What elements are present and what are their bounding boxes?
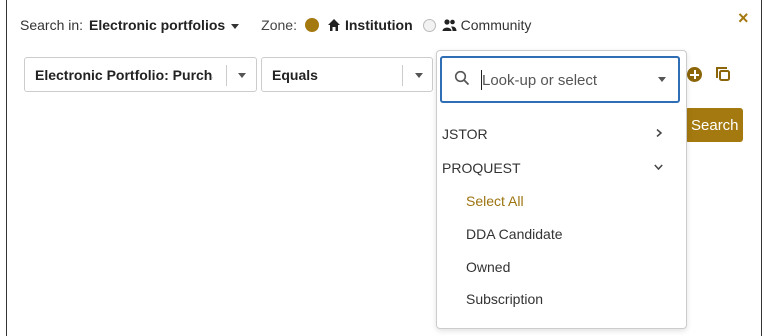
select-all-option[interactable]: Select All (466, 193, 524, 209)
home-icon (327, 19, 340, 31)
operator-select-divider (402, 65, 403, 86)
group-jstor[interactable]: JSTOR (442, 126, 488, 142)
option-subscription[interactable]: Subscription (466, 291, 543, 307)
close-icon[interactable]: × (738, 8, 749, 28)
group-label: JSTOR (442, 126, 488, 142)
zone-institution-radio[interactable] (304, 18, 319, 32)
community-icon (442, 19, 457, 31)
group-proquest[interactable]: PROQUEST (442, 160, 521, 176)
caret-down-icon (231, 23, 240, 29)
zone-community-radio[interactable] (422, 18, 436, 32)
lookup-dropdown-panel: JSTOR PROQUEST Select All DDA Candidate … (436, 50, 687, 329)
zone-label: Zone: (261, 17, 297, 33)
option-owned[interactable]: Owned (466, 259, 510, 275)
option-dda-candidate[interactable]: DDA Candidate (466, 226, 563, 242)
operator-select-value: Equals (272, 67, 318, 83)
operator-select[interactable]: Equals (261, 57, 433, 92)
chevron-down-icon (238, 73, 246, 78)
chevron-down-icon[interactable] (658, 77, 666, 82)
group-label: PROQUEST (442, 160, 521, 176)
add-icon[interactable] (687, 67, 702, 82)
lookup-field[interactable] (440, 56, 680, 103)
search-icon (454, 70, 470, 86)
chevron-down-icon[interactable] (654, 163, 663, 171)
zone-community-label: Community (460, 17, 532, 33)
zone-institution-label: Institution (344, 17, 413, 33)
search-scope-bar: Search in: Electronic portfolios Zone: I… (20, 14, 531, 36)
lookup-input[interactable] (482, 70, 642, 90)
chevron-down-icon (415, 73, 423, 78)
copy-icon[interactable] (715, 66, 731, 82)
field-select-value: Electronic Portfolio: Purchase Model (35, 67, 213, 83)
search-scope-select[interactable]: Electronic portfolios (89, 17, 240, 33)
chevron-right-icon[interactable] (655, 129, 663, 137)
field-select-divider (226, 65, 227, 86)
search-scope-value: Electronic portfolios (89, 17, 226, 33)
field-select[interactable]: Electronic Portfolio: Purchase Model (24, 57, 257, 92)
search-button[interactable]: Search (685, 108, 743, 142)
search-in-label: Search in: (20, 17, 84, 33)
